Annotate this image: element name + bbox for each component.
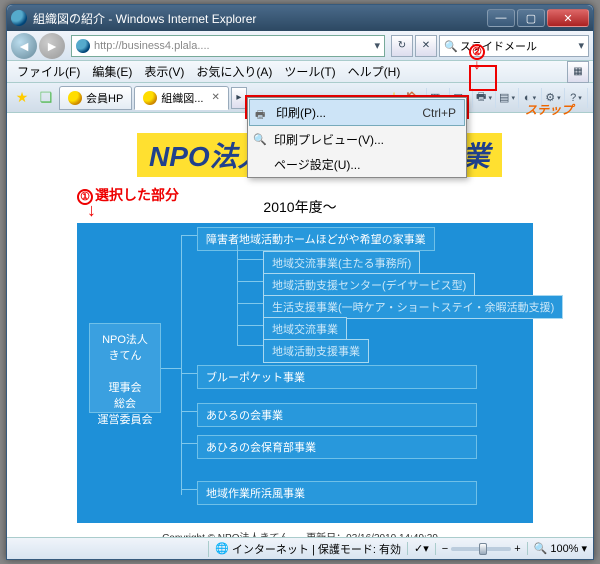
menu-extra-button[interactable]: ▦ [567, 61, 589, 83]
stop-button[interactable]: ✕ [415, 35, 437, 57]
org-node-1a: 地域交流事業(主たる事務所) [263, 251, 420, 275]
org-node-1b: 地域活動支援センター(デイサービス型) [263, 273, 475, 297]
menu-file[interactable]: ファイル(F) [11, 61, 86, 82]
url-text: http://business4.plala.... [94, 40, 210, 52]
globe-icon: 🌐 [215, 542, 229, 555]
tab-1[interactable]: 会員HP [59, 86, 132, 110]
tab-icon [143, 91, 157, 105]
tab-icon [68, 91, 82, 105]
menu-favorites[interactable]: お気に入り(A) [190, 61, 278, 82]
search-icon: 🔍 [444, 40, 456, 52]
back-button[interactable]: ◄ [11, 33, 37, 59]
zoom-control[interactable]: − + [435, 543, 521, 555]
nav-toolbar: ◄ ► http://business4.plala.... ▾ ↻ ✕ 🔍 ス… [7, 31, 593, 61]
close-button[interactable]: ✕ [547, 9, 589, 27]
maximize-button[interactable]: ▢ [517, 9, 545, 27]
org-node-1: 障害者地域活動ホームほどがや希望の家事業 [197, 227, 435, 251]
org-node-5: 地域作業所浜風事業 [197, 481, 477, 505]
minimize-button[interactable]: — [487, 9, 515, 27]
org-node-1e: 地域活動支援事業 [263, 339, 369, 363]
site-icon [76, 39, 90, 53]
tab-2-label: 組織図... [161, 90, 203, 106]
print-dropdown-menu: 🖶 印刷(P)... Ctrl+P 🔍 印刷プレビュー(V)... ページ設定(… [247, 97, 467, 178]
tab-1-label: 会員HP [86, 90, 123, 106]
refresh-button[interactable]: ↻ [391, 35, 413, 57]
zoom-out-icon[interactable]: − [442, 543, 448, 555]
zoom-slider[interactable] [451, 547, 511, 551]
search-box[interactable]: 🔍 スライドメール ▾ [439, 35, 589, 57]
suggested-button[interactable]: ❏ [35, 87, 57, 109]
menu-print-preview[interactable]: 🔍 印刷プレビュー(V)... [248, 127, 466, 152]
org-root: NPO法人 きてん 理事会 総会 運営委員会 [89, 323, 161, 413]
step-label: ステップ [525, 101, 573, 118]
tab-close-icon[interactable]: ✕ [211, 92, 219, 103]
page-button[interactable]: ▤ [499, 88, 519, 108]
org-node-2: ブルーポケット事業 [197, 365, 477, 389]
printer-icon: 🖶 [255, 106, 269, 120]
forward-button[interactable]: ► [39, 33, 65, 59]
status-security[interactable]: ✓▾ [407, 542, 429, 555]
status-bar: 🌐 インターネット | 保護モード: 有効 ✓▾ − + 🔍 100% ▾ [7, 537, 593, 559]
menu-page-setup[interactable]: ページ設定(U)... [248, 152, 466, 177]
zoom-value[interactable]: 🔍 100% ▾ [527, 542, 587, 555]
ie-icon [11, 10, 27, 26]
preview-icon: 🔍 [253, 133, 267, 147]
menu-help[interactable]: ヘルプ(H) [342, 61, 407, 82]
ie-window: 組織図の紹介 - Windows Internet Explorer — ▢ ✕… [6, 4, 594, 560]
address-bar[interactable]: http://business4.plala.... ▾ [71, 35, 385, 57]
tab-2[interactable]: 組織図... ✕ [134, 86, 229, 110]
titlebar: 組織図の紹介 - Windows Internet Explorer — ▢ ✕ [7, 5, 593, 31]
favorites-button[interactable]: ★ [11, 87, 33, 109]
zoom-in-icon[interactable]: + [514, 543, 520, 555]
org-chart: NPO法人 きてん 理事会 総会 運営委員会 障害者地域活動ホームほどがや希望の… [77, 223, 533, 523]
status-zone: 🌐 インターネット | 保護モード: 有効 [208, 541, 401, 557]
menu-tools[interactable]: ツール(T) [278, 61, 341, 82]
window-title: 組織図の紹介 - Windows Internet Explorer [33, 10, 487, 27]
new-tab-button[interactable]: ▸ [231, 87, 247, 109]
org-node-1c: 生活支援事業(一時ケア・ショートステイ・余暇活動支援) [263, 295, 563, 319]
page-footer: Copyright © NPO法人きてん 更新日：03/16/2010 14:4… [17, 529, 583, 537]
menu-bar: ファイル(F) 編集(E) 表示(V) お気に入り(A) ツール(T) ヘルプ(… [7, 61, 593, 83]
print-button[interactable]: 🖶 [476, 88, 496, 108]
menu-edit[interactable]: 編集(E) [86, 61, 138, 82]
menu-print[interactable]: 🖶 印刷(P)... Ctrl+P [249, 99, 465, 126]
org-node-4: あひるの会保育部事業 [197, 435, 477, 459]
org-node-3: あひるの会事業 [197, 403, 477, 427]
org-node-1d: 地域交流事業 [263, 317, 347, 341]
callout-2: ② ↓ [469, 43, 485, 68]
menu-view[interactable]: 表示(V) [138, 61, 190, 82]
